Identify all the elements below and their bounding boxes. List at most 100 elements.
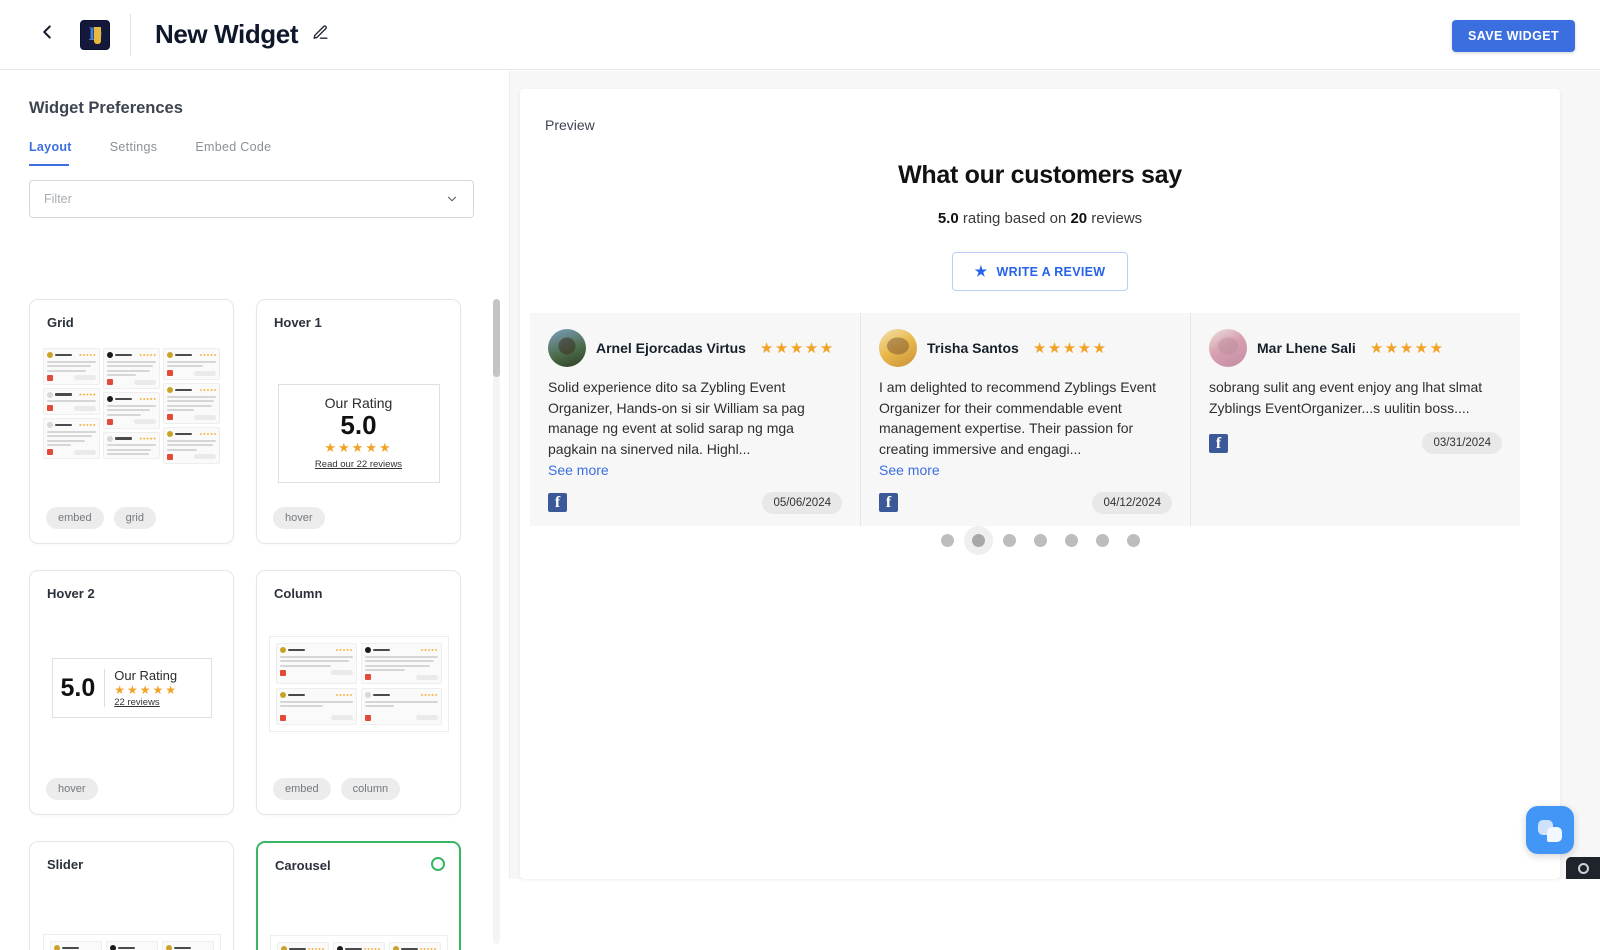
layout-cards-scroll-area[interactable]: Grid [0, 293, 510, 950]
layout-tag: grid [114, 507, 156, 529]
review-text: I am delighted to recommend Zyblings Eve… [879, 377, 1172, 460]
layout-card-title: Column [274, 586, 322, 601]
preferences-title: Widget Preferences [29, 99, 509, 118]
layout-tag: column [341, 778, 400, 800]
layout-card-hover-2[interactable]: Hover 2 5.0 Our Rating ★★★★★ 22 reviews … [29, 570, 234, 815]
rating-value: 5.0 [61, 674, 96, 703]
carousel-dot[interactable] [1034, 534, 1047, 547]
review-card[interactable]: Arnel Ejorcadas Virtus ★★★★★ Solid exper… [530, 313, 860, 526]
rating-stars: ★★★★★ [287, 440, 431, 456]
tab-layout[interactable]: Layout [29, 140, 72, 166]
widget-subtitle: 5.0 rating based on 20 reviews [520, 210, 1560, 227]
reviewer-name: Mar Lhene Sali [1257, 340, 1356, 356]
avatar [879, 329, 917, 367]
subtitle-end-text: reviews [1087, 210, 1142, 227]
review-footer: f 03/31/2024 [1209, 432, 1502, 454]
review-stars: ★★★★★ [1370, 339, 1445, 357]
filter-dropdown[interactable]: Filter [29, 180, 474, 218]
reviewer-name: Trisha Santos [927, 340, 1019, 356]
tab-settings[interactable]: Settings [110, 140, 158, 166]
carousel-dot[interactable] [1127, 534, 1140, 547]
layout-thumbnail: Our Rating 5.0 ★★★★★ Read our 22 reviews [278, 384, 440, 483]
review-footer: f 05/06/2024 [548, 492, 842, 514]
layout-card-slider[interactable]: Slider [29, 841, 234, 950]
layout-card-grid[interactable]: Grid [29, 299, 234, 544]
edit-title-button[interactable] [312, 24, 329, 46]
carousel-dot-active[interactable] [972, 534, 985, 547]
layout-card-title: Carousel [275, 858, 331, 873]
facebook-icon: f [879, 493, 898, 512]
pencil-icon [312, 24, 329, 46]
subtitle-mid-text: rating based on [959, 210, 1071, 227]
layout-card-title: Hover 1 [274, 315, 322, 330]
see-more-link[interactable]: See more [879, 462, 1172, 478]
layout-card-tags: hover [273, 507, 325, 529]
layout-card-tags: embed column [273, 778, 400, 800]
subtitle-rating-value: 5.0 [938, 210, 959, 227]
reviews-carousel: Arnel Ejorcadas Virtus ★★★★★ Solid exper… [520, 313, 1560, 526]
layout-card-title: Grid [47, 315, 74, 330]
chat-widget-button[interactable] [1526, 806, 1574, 854]
avatar [1209, 329, 1247, 367]
selected-indicator-icon [431, 857, 445, 871]
preview-container: Preview What our customers say 5.0 ratin… [520, 89, 1560, 879]
review-date: 03/31/2024 [1422, 432, 1502, 454]
preview-panel: Preview What our customers say 5.0 ratin… [510, 71, 1600, 879]
review-text: Solid experience dito sa Zybling Event O… [548, 377, 842, 460]
layout-thumbnail: 5.0 Our Rating ★★★★★ 22 reviews [52, 658, 212, 718]
layout-thumbnail [270, 935, 448, 950]
write-review-label: WRITE A REVIEW [997, 265, 1106, 279]
widget-heading: What our customers say [520, 161, 1560, 190]
widget-preview: What our customers say 5.0 rating based … [520, 161, 1560, 547]
review-text: sobrang sulit ang event enjoy ang lhat s… [1209, 377, 1502, 418]
rating-value: 5.0 [287, 411, 431, 440]
layout-card-title: Hover 2 [47, 586, 95, 601]
reviewer-name: Arnel Ejorcadas Virtus [596, 340, 746, 356]
review-header: Mar Lhene Sali ★★★★★ [1209, 329, 1502, 367]
filter-placeholder: Filter [44, 192, 445, 206]
rating-stars: ★★★★★ [114, 683, 178, 697]
reviews-count-link: 22 reviews [114, 697, 178, 708]
review-header: Arnel Ejorcadas Virtus ★★★★★ [548, 329, 842, 367]
widget-preferences-panel: Widget Preferences Layout Settings Embed… [0, 71, 510, 879]
review-header: Trisha Santos ★★★★★ [879, 329, 1172, 367]
layout-cards-grid: Grid [0, 293, 510, 950]
header-divider [130, 14, 131, 56]
review-card[interactable]: Trisha Santos ★★★★★ I am delighted to re… [860, 313, 1190, 526]
write-review-button[interactable]: ★ WRITE A REVIEW [952, 252, 1129, 291]
review-stars: ★★★★★ [1033, 339, 1108, 357]
layout-card-title: Slider [47, 857, 83, 872]
carousel-pagination [520, 534, 1560, 547]
review-date: 04/12/2024 [1092, 492, 1172, 514]
logo-accent-shape [94, 27, 101, 44]
star-icon: ★ [975, 263, 988, 280]
carousel-dot[interactable] [1065, 534, 1078, 547]
facebook-icon: f [1209, 434, 1228, 453]
our-rating-label: Our Rating [287, 395, 431, 411]
app-header: D New Widget SAVE WIDGET [0, 0, 1600, 70]
back-button[interactable] [32, 20, 62, 50]
sidebar-scrollbar-thumb[interactable] [493, 299, 500, 377]
review-card[interactable]: Mar Lhene Sali ★★★★★ sobrang sulit ang e… [1190, 313, 1520, 526]
layout-card-carousel[interactable]: Carousel [256, 841, 461, 950]
layout-tag: hover [273, 507, 325, 529]
chevron-down-icon [445, 192, 459, 206]
app-logo: D [80, 20, 110, 50]
carousel-dot[interactable] [941, 534, 954, 547]
record-indicator-icon [1578, 863, 1589, 874]
layout-card-hover-1[interactable]: Hover 1 Our Rating 5.0 ★★★★★ Read our 22… [256, 299, 461, 544]
carousel-dot[interactable] [1003, 534, 1016, 547]
tab-embed-code[interactable]: Embed Code [195, 140, 271, 166]
layout-thumbnail [269, 636, 449, 732]
subtitle-review-count: 20 [1070, 210, 1087, 227]
carousel-dot[interactable] [1096, 534, 1109, 547]
layout-card-column[interactable]: Column embed column [256, 570, 461, 815]
see-more-link[interactable]: See more [548, 462, 842, 478]
save-widget-button[interactable]: SAVE WIDGET [1452, 20, 1575, 52]
corner-overlay-badge[interactable] [1566, 857, 1600, 879]
layout-thumbnail [43, 348, 221, 464]
layout-tag: embed [46, 507, 104, 529]
layout-tag: embed [273, 778, 331, 800]
sidebar-scrollbar[interactable] [493, 299, 500, 944]
review-footer: f 04/12/2024 [879, 492, 1172, 514]
